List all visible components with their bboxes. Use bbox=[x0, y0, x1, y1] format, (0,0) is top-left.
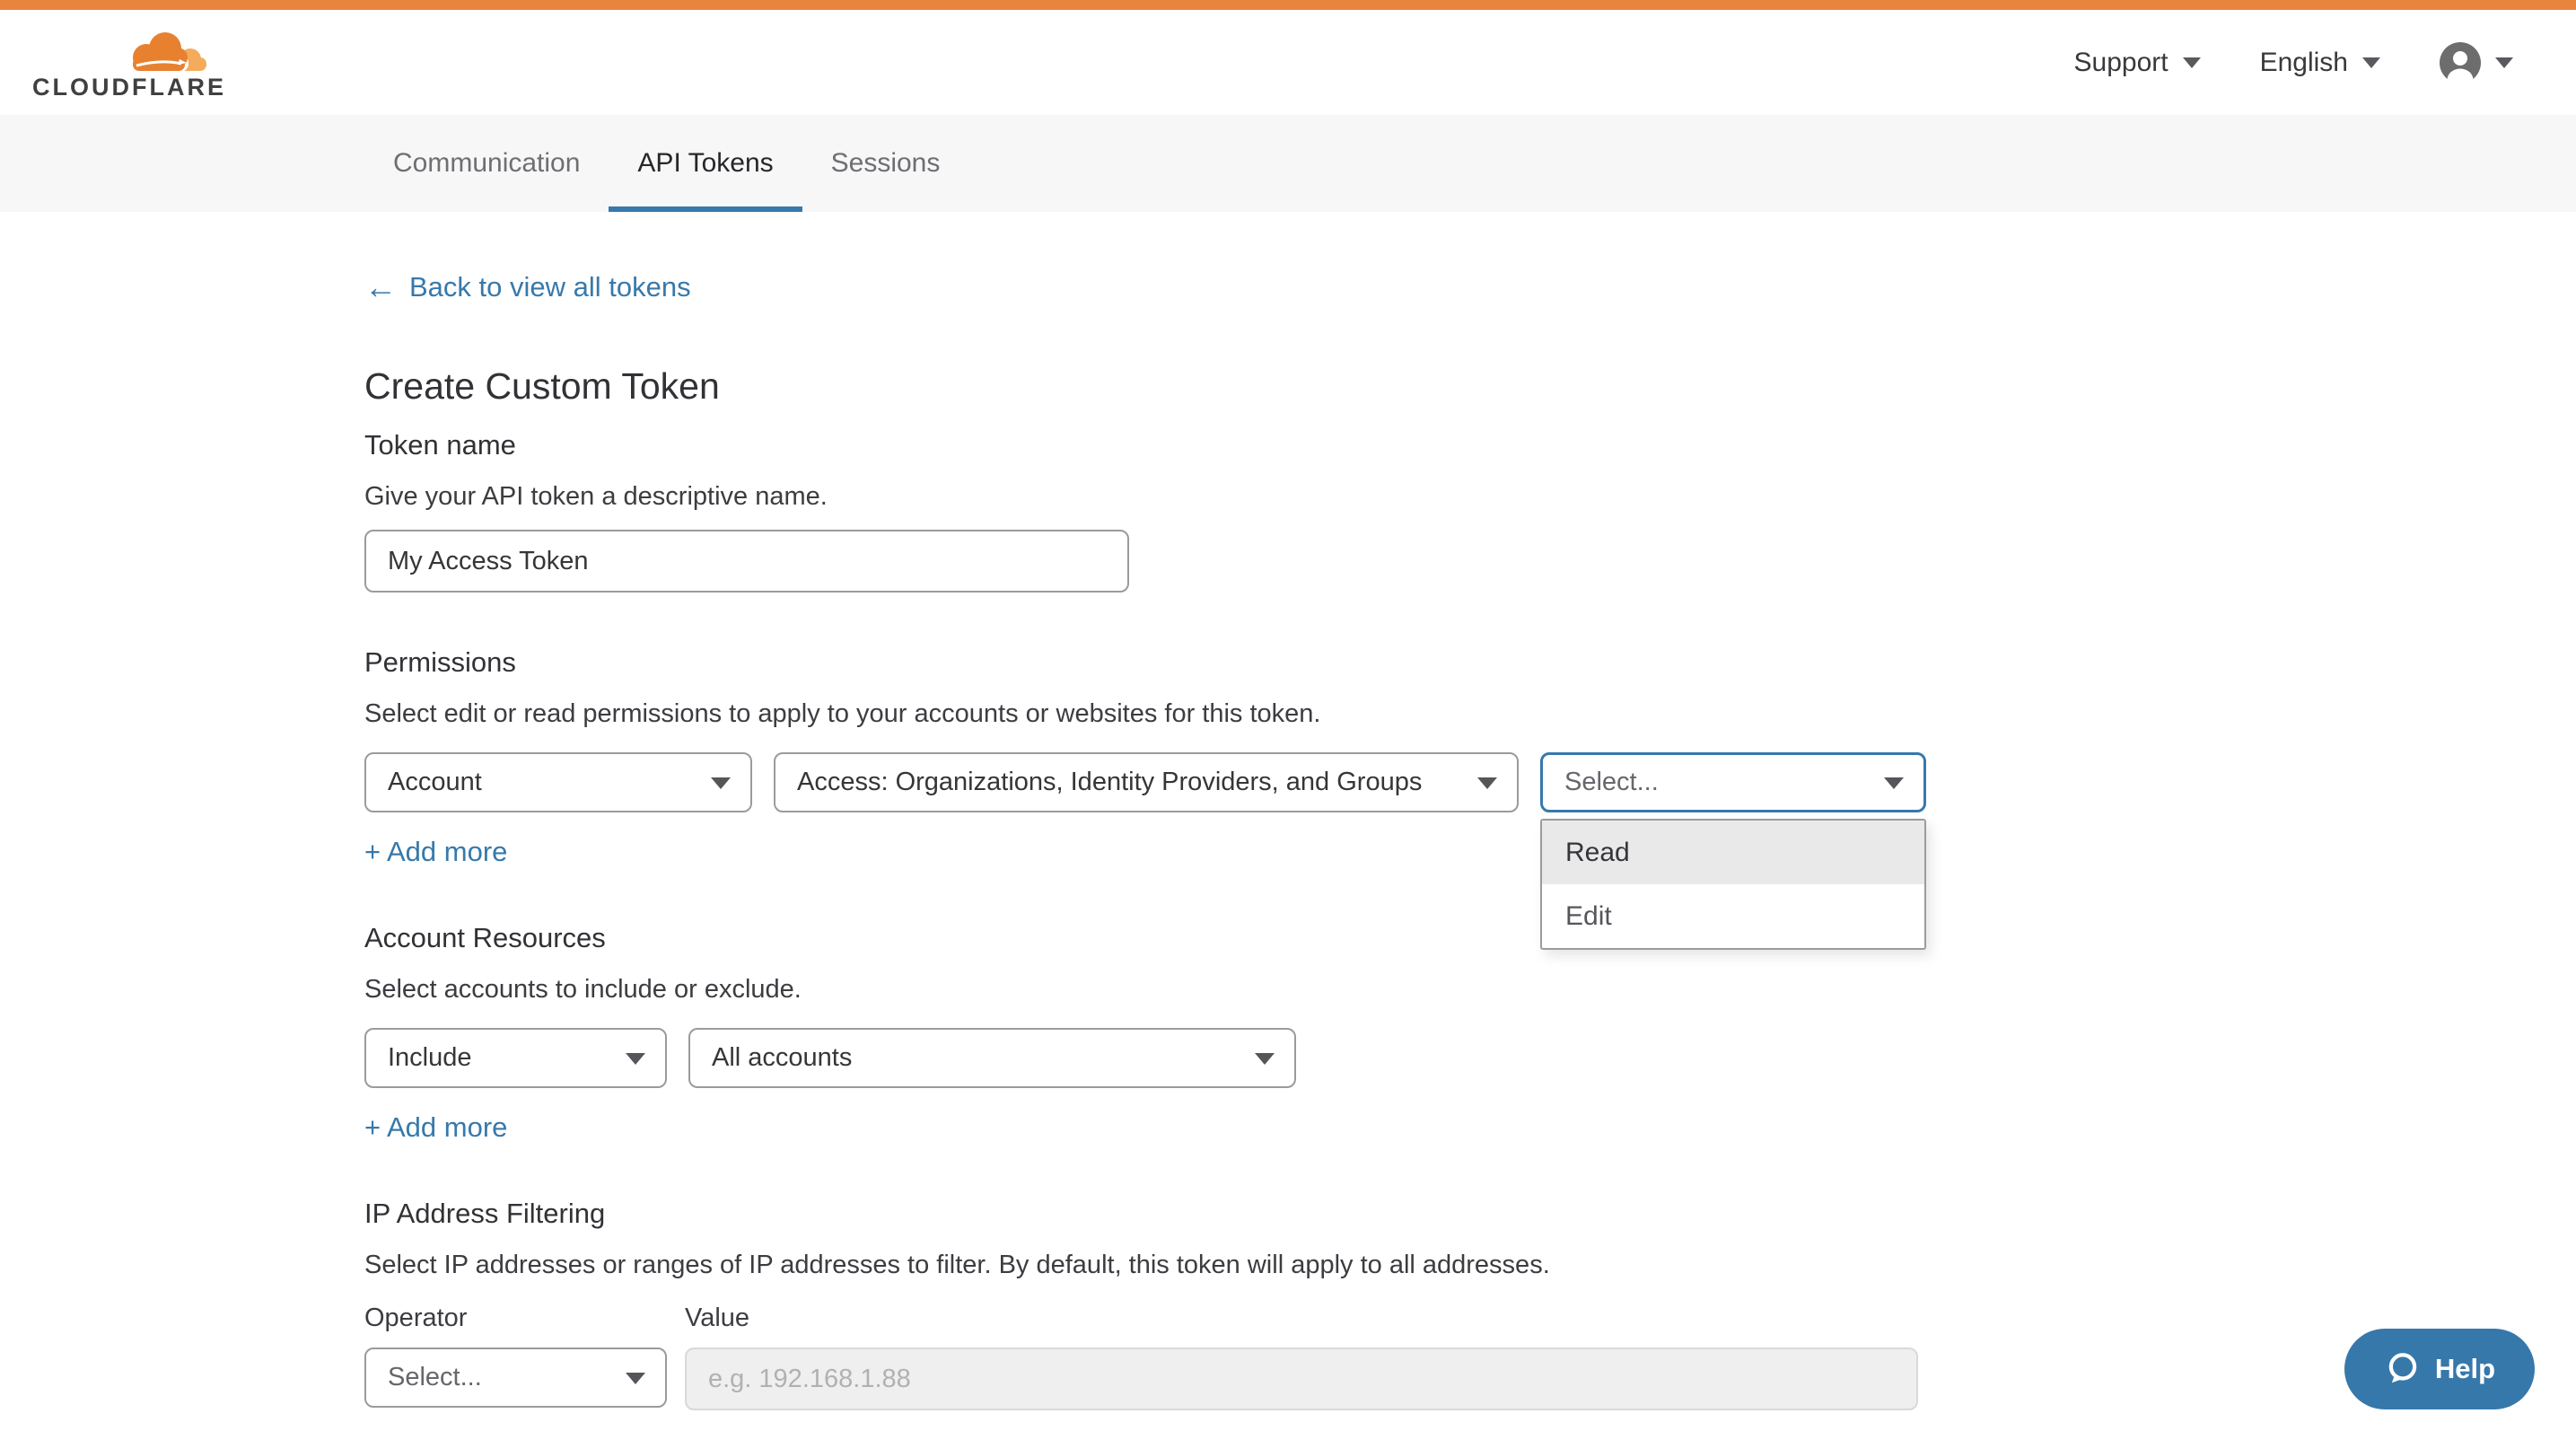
token-name-input[interactable] bbox=[364, 530, 1129, 593]
tab-sessions[interactable]: Sessions bbox=[802, 115, 969, 212]
token-name-section: Token name Give your API token a descrip… bbox=[364, 429, 2576, 593]
tab-label: Sessions bbox=[831, 148, 941, 179]
tab-communication[interactable]: Communication bbox=[364, 115, 609, 212]
operator-placeholder: Select... bbox=[388, 1363, 482, 1392]
ip-filtering-description: Select IP addresses or ranges of IP addr… bbox=[364, 1250, 2576, 1280]
language-menu[interactable]: English bbox=[2260, 48, 2380, 78]
header: CLOUDFLARE Support English bbox=[0, 10, 2576, 115]
permission-level-menu: Read Edit bbox=[1540, 819, 1926, 950]
cloudflare-cloud-icon bbox=[117, 25, 210, 74]
permissions-row: Account Access: Organizations, Identity … bbox=[364, 752, 2576, 812]
permissions-section: Permissions Select edit or read permissi… bbox=[364, 646, 2576, 868]
main-content: ← Back to view all tokens Create Custom … bbox=[0, 212, 2576, 1410]
token-name-heading: Token name bbox=[364, 429, 2576, 461]
ip-filtering-row: Operator Select... Value bbox=[364, 1304, 2576, 1410]
support-menu[interactable]: Support bbox=[2074, 48, 2201, 78]
account-menu[interactable] bbox=[2440, 42, 2513, 83]
account-resources-add-more-link[interactable]: + Add more bbox=[364, 1111, 507, 1144]
support-label: Support bbox=[2074, 48, 2169, 78]
permission-level-placeholder: Select... bbox=[1564, 768, 1659, 797]
chat-bubble-icon bbox=[2384, 1350, 2422, 1388]
permission-scope-value: Account bbox=[388, 768, 482, 797]
permission-scope-select[interactable]: Account bbox=[364, 752, 752, 812]
user-avatar-icon bbox=[2440, 42, 2481, 83]
back-arrow-icon: ← bbox=[364, 271, 397, 303]
help-button-label: Help bbox=[2435, 1353, 2495, 1385]
chevron-down-icon bbox=[2362, 57, 2380, 68]
chevron-down-icon bbox=[626, 1053, 645, 1065]
tab-api-tokens[interactable]: API Tokens bbox=[609, 115, 802, 212]
chevron-down-icon bbox=[1255, 1053, 1275, 1065]
resource-mode-value: Include bbox=[388, 1043, 472, 1073]
permissions-heading: Permissions bbox=[364, 646, 2576, 679]
ip-filtering-section: IP Address Filtering Select IP addresses… bbox=[364, 1198, 2576, 1410]
operator-label: Operator bbox=[364, 1304, 667, 1333]
tab-bar: Communication API Tokens Sessions bbox=[0, 115, 2576, 212]
help-button[interactable]: Help bbox=[2344, 1329, 2535, 1409]
ip-value-input[interactable] bbox=[685, 1348, 1918, 1410]
menu-option-edit[interactable]: Edit bbox=[1542, 884, 1924, 948]
resource-accounts-select[interactable]: All accounts bbox=[688, 1028, 1296, 1088]
ip-filtering-heading: IP Address Filtering bbox=[364, 1198, 2576, 1230]
language-label: English bbox=[2260, 48, 2348, 78]
chevron-down-icon bbox=[626, 1373, 645, 1384]
account-resources-description: Select accounts to include or exclude. bbox=[364, 974, 2576, 1005]
permissions-description: Select edit or read permissions to apply… bbox=[364, 698, 2576, 729]
chevron-down-icon bbox=[711, 777, 731, 789]
cloudflare-logo[interactable]: CLOUDFLARE bbox=[32, 25, 226, 100]
operator-field: Operator Select... bbox=[364, 1304, 667, 1408]
permission-resource-select[interactable]: Access: Organizations, Identity Provider… bbox=[774, 752, 1519, 812]
account-resources-heading: Account Resources bbox=[364, 922, 2576, 954]
brand-wordmark: CLOUDFLARE bbox=[32, 75, 226, 100]
value-field: Value bbox=[685, 1304, 1918, 1410]
token-name-description: Give your API token a descriptive name. bbox=[364, 481, 2576, 512]
back-link[interactable]: ← Back to view all tokens bbox=[364, 271, 691, 303]
permission-level-select[interactable]: Select... Read Edit bbox=[1540, 752, 1926, 812]
brand-accent-bar bbox=[0, 0, 2576, 10]
page-title: Create Custom Token bbox=[364, 364, 2576, 408]
chevron-down-icon bbox=[2183, 57, 2201, 68]
permissions-add-more-link[interactable]: + Add more bbox=[364, 836, 507, 868]
permission-resource-value: Access: Organizations, Identity Provider… bbox=[797, 768, 1422, 797]
menu-option-read[interactable]: Read bbox=[1542, 821, 1924, 884]
chevron-down-icon bbox=[2495, 57, 2513, 68]
back-link-label: Back to view all tokens bbox=[409, 271, 691, 303]
account-resources-row: Include All accounts bbox=[364, 1028, 2576, 1088]
chevron-down-icon bbox=[1477, 777, 1497, 789]
tab-label: API Tokens bbox=[637, 148, 773, 179]
account-resources-section: Account Resources Select accounts to inc… bbox=[364, 922, 2576, 1144]
value-label: Value bbox=[685, 1304, 1918, 1333]
chevron-down-icon bbox=[1884, 777, 1904, 789]
tab-label: Communication bbox=[393, 148, 580, 179]
header-menus: Support English bbox=[2074, 42, 2513, 83]
resource-accounts-value: All accounts bbox=[712, 1043, 852, 1073]
operator-select[interactable]: Select... bbox=[364, 1348, 667, 1408]
resource-mode-select[interactable]: Include bbox=[364, 1028, 667, 1088]
